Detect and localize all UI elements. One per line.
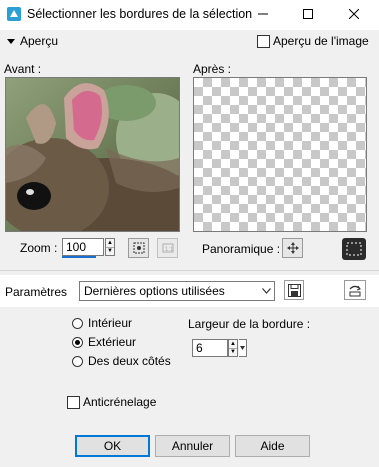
border-width-spinner[interactable]: ▲ ▼ <box>228 339 238 357</box>
border-width-input[interactable]: 6 <box>192 339 228 357</box>
antialias-label: Anticrénelage <box>83 395 157 409</box>
preset-select[interactable]: Dernières options utilisées <box>79 281 275 301</box>
border-width-label: Largeur de la bordure : <box>188 317 311 331</box>
before-label: Avant : <box>4 62 42 76</box>
antialias-checkbox[interactable] <box>67 396 80 409</box>
radio-inside-label: Intérieur <box>88 316 133 330</box>
zoom-actual-size-button[interactable]: 1:1 <box>157 238 178 258</box>
help-button[interactable]: Aide <box>235 435 310 457</box>
minimize-button[interactable] <box>252 4 274 24</box>
preview-section-label: Aperçu <box>20 34 59 48</box>
zoom-input[interactable]: 100 <box>62 238 104 256</box>
reset-button[interactable] <box>344 280 366 300</box>
collapse-triangle-icon[interactable] <box>7 39 15 44</box>
after-label: Après : <box>193 62 232 76</box>
image-preview-checkbox[interactable] <box>257 35 270 48</box>
pan-label: Panoramique : <box>202 242 281 256</box>
marquee-icon <box>346 242 362 256</box>
floppy-disk-icon <box>287 283 301 297</box>
radio-inside[interactable] <box>72 318 83 329</box>
close-button[interactable] <box>343 4 365 24</box>
zoom-label: Zoom : <box>20 241 58 255</box>
spin-up-icon[interactable]: ▲ <box>229 340 237 349</box>
radio-both-sides-label: Des deux côtés <box>88 354 171 368</box>
cancel-button[interactable]: Annuler <box>155 435 230 457</box>
params-label: Paramètres <box>5 285 68 299</box>
window-title: Sélectionner les bordures de la sélectio… <box>27 7 253 21</box>
actual-size-icon: 1:1 <box>162 243 174 253</box>
after-preview-image <box>193 77 367 232</box>
chevron-down-icon[interactable] <box>258 282 274 300</box>
zoom-fit-button[interactable] <box>128 238 149 258</box>
preset-select-value: Dernières options utilisées <box>84 284 225 298</box>
move-arrows-icon <box>286 242 299 254</box>
radio-both-sides[interactable] <box>72 356 83 367</box>
app-icon <box>7 7 21 21</box>
image-preview-checkbox-label: Aperçu de l'image <box>273 34 369 48</box>
zoom-spinner[interactable]: ▲ ▼ <box>105 238 115 256</box>
ok-button[interactable]: OK <box>75 435 150 457</box>
reset-icon <box>349 285 361 296</box>
spin-down-icon[interactable]: ▼ <box>229 349 237 357</box>
spin-down-icon[interactable]: ▼ <box>106 248 114 256</box>
zoom-input-focus-underline <box>62 256 96 258</box>
border-width-dropdown[interactable] <box>239 339 247 357</box>
save-preset-button[interactable] <box>284 280 304 300</box>
spin-up-icon[interactable]: ▲ <box>106 239 114 248</box>
radio-outside-label: Extérieur <box>88 335 137 349</box>
before-preview-image <box>5 77 180 232</box>
chevron-down-icon <box>240 346 245 350</box>
selection-marquee-button[interactable] <box>342 238 366 260</box>
svg-text:1:1: 1:1 <box>165 247 174 253</box>
radio-outside[interactable] <box>72 337 83 348</box>
maximize-button[interactable] <box>297 4 319 24</box>
pan-button[interactable] <box>282 238 303 258</box>
separator <box>0 270 379 271</box>
zoom-fit-icon <box>133 242 144 254</box>
